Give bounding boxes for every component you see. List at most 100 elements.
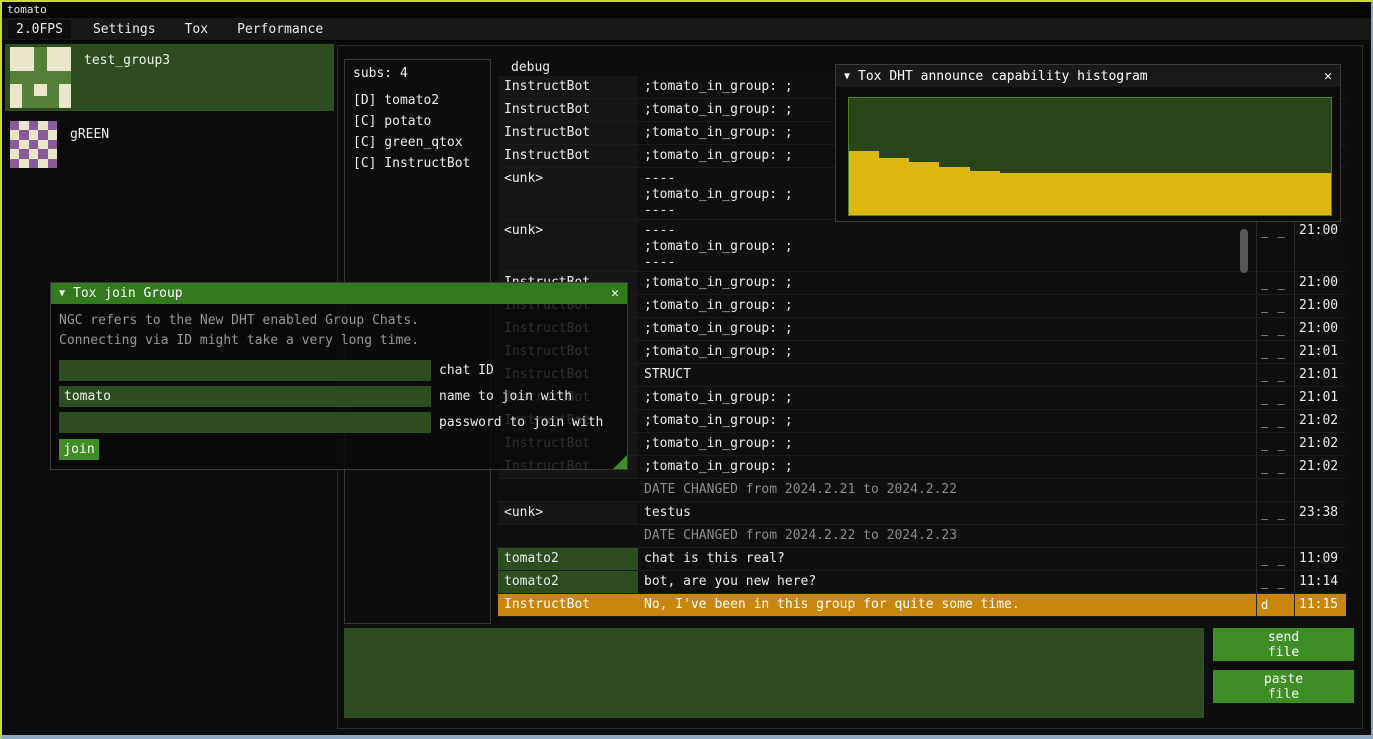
chat-id-label: chat ID (439, 360, 494, 381)
histogram-bars (849, 98, 1331, 215)
group-list: test_group3 gREEN (2, 44, 337, 171)
message-flags: _ _ (1256, 341, 1294, 363)
message-time: 11:15 (1294, 594, 1346, 616)
message-time: 23:38 (1294, 502, 1346, 524)
join-window-titlebar[interactable]: ▼ Tox join Group ✕ (51, 283, 627, 304)
join-window-title: Tox join Group (73, 286, 603, 301)
join-note-line1: NGC refers to the New DHT enabled Group … (59, 311, 619, 331)
message-input[interactable] (344, 628, 1204, 718)
date-changed-text: DATE CHANGED from 2024.2.22 to 2024.2.23 (638, 525, 1256, 547)
date-changed-text: DATE CHANGED from 2024.2.21 to 2024.2.22 (638, 479, 1256, 501)
message-time: 21:00 (1294, 295, 1346, 317)
subs-list: [D] tomato2[C] potato[C] green_qtox[C] I… (345, 90, 490, 174)
menu-settings[interactable]: Settings (81, 20, 168, 39)
message-flags: _ _ (1256, 364, 1294, 386)
histogram-bar (1150, 173, 1180, 215)
histogram-bar (1090, 173, 1120, 215)
close-icon[interactable]: ✕ (611, 286, 619, 301)
message-flags: _ _ (1256, 220, 1294, 271)
histogram-plot (848, 97, 1332, 216)
subs-list-item[interactable]: [D] tomato2 (345, 90, 490, 111)
message-author: InstructBot (498, 122, 638, 144)
group-list-item[interactable]: test_group3 (5, 44, 334, 111)
histogram-window: ▼ Tox DHT announce capability histogram … (835, 64, 1341, 222)
message-row[interactable]: <unk> ---- ;tomato_in_group: ; ---- _ _ … (498, 220, 1346, 272)
histogram-bar (939, 167, 969, 215)
message-text: ;tomato_in_group: ; (638, 410, 1256, 432)
message-author: <unk> (498, 502, 638, 524)
date-row-flags-spacer (1256, 479, 1294, 501)
date-changed-row: DATE CHANGED from 2024.2.22 to 2024.2.23 (498, 525, 1346, 548)
join-password-input[interactable] (59, 412, 431, 433)
message-text: ;tomato_in_group: ; (638, 341, 1256, 363)
subs-list-item[interactable]: [C] potato (345, 111, 490, 132)
date-changed-row: DATE CHANGED from 2024.2.21 to 2024.2.22 (498, 479, 1346, 502)
message-author: InstructBot (498, 594, 638, 616)
message-text: chat is this real? (638, 548, 1256, 570)
join-window-body: NGC refers to the New DHT enabled Group … (51, 304, 627, 460)
histogram-bar (1030, 173, 1060, 215)
message-row[interactable]: tomato2 chat is this real? _ _ 11:09 (498, 548, 1346, 571)
histogram-bar (970, 171, 1000, 215)
message-text: ---- ;tomato_in_group: ; ---- (638, 220, 1256, 271)
histogram-bar (1271, 173, 1301, 215)
message-row[interactable]: <unk> testus _ _ 23:38 (498, 502, 1346, 525)
message-flags: _ _ (1256, 433, 1294, 455)
send-file-button[interactable]: send file (1213, 628, 1354, 661)
histogram-bar (1301, 173, 1331, 215)
histogram-bar (1241, 173, 1271, 215)
subs-list-item[interactable]: [C] InstructBot (345, 153, 490, 174)
chat-id-input[interactable] (59, 360, 431, 381)
subs-list-item[interactable]: [C] green_qtox (345, 132, 490, 153)
histogram-bar (1060, 173, 1090, 215)
paste-file-button[interactable]: paste file (1213, 670, 1354, 703)
collapse-arrow-icon[interactable]: ▼ (59, 288, 65, 299)
message-text: ;tomato_in_group: ; (638, 456, 1256, 478)
close-icon[interactable]: ✕ (1324, 69, 1332, 84)
message-text: testus (638, 502, 1256, 524)
group-name: test_group3 (84, 47, 170, 68)
message-text: ;tomato_in_group: ; (638, 433, 1256, 455)
message-flags: _ _ (1256, 318, 1294, 340)
subs-header: subs: 4 (345, 60, 490, 90)
window-title: tomato (7, 3, 47, 16)
message-time: 21:00 (1294, 272, 1346, 294)
chat-scrollbar[interactable] (1240, 229, 1248, 273)
menu-performance[interactable]: Performance (225, 20, 335, 39)
group-avatar (10, 47, 71, 108)
join-name-label: name to join with (439, 386, 572, 407)
message-row[interactable]: InstructBot No, I've been in this group … (498, 594, 1346, 617)
message-row[interactable]: tomato2 bot, are you new here? _ _ 11:14 (498, 571, 1346, 594)
message-time: 21:01 (1294, 387, 1346, 409)
message-text: ;tomato_in_group: ; (638, 295, 1256, 317)
group-avatar (10, 121, 57, 168)
histogram-window-titlebar[interactable]: ▼ Tox DHT announce capability histogram … (836, 65, 1340, 87)
message-text: ;tomato_in_group: ; (638, 387, 1256, 409)
date-row-spacer (498, 479, 638, 501)
histogram-bar (1180, 173, 1210, 215)
resize-grip[interactable] (613, 455, 627, 469)
join-button[interactable]: join (59, 439, 99, 460)
join-name-input[interactable]: tomato (59, 386, 431, 407)
message-author: InstructBot (498, 99, 638, 121)
date-row-time-spacer (1294, 525, 1346, 547)
message-text: ;tomato_in_group: ; (638, 272, 1256, 294)
message-time: 21:01 (1294, 364, 1346, 386)
join-password-label: password to join with (439, 412, 603, 433)
collapse-arrow-icon[interactable]: ▼ (844, 71, 850, 82)
group-list-item[interactable]: gREEN (5, 118, 334, 171)
menu-tox[interactable]: Tox (173, 20, 220, 39)
message-flags: d (1256, 594, 1294, 616)
join-group-window: ▼ Tox join Group ✕ NGC refers to the New… (50, 282, 628, 470)
message-flags: _ _ (1256, 272, 1294, 294)
message-text: No, I've been in this group for quite so… (638, 594, 1256, 616)
message-flags: _ _ (1256, 456, 1294, 478)
tab-debug[interactable]: debug (511, 60, 550, 75)
histogram-bar (849, 151, 879, 215)
group-name: gREEN (70, 121, 109, 142)
message-text: STRUCT (638, 364, 1256, 386)
app-window: tomato 2.0FPS Settings Tox Performance t… (0, 0, 1373, 739)
message-author: tomato2 (498, 548, 638, 570)
window-titlebar: tomato (2, 2, 1371, 18)
histogram-window-title: Tox DHT announce capability histogram (858, 69, 1316, 84)
